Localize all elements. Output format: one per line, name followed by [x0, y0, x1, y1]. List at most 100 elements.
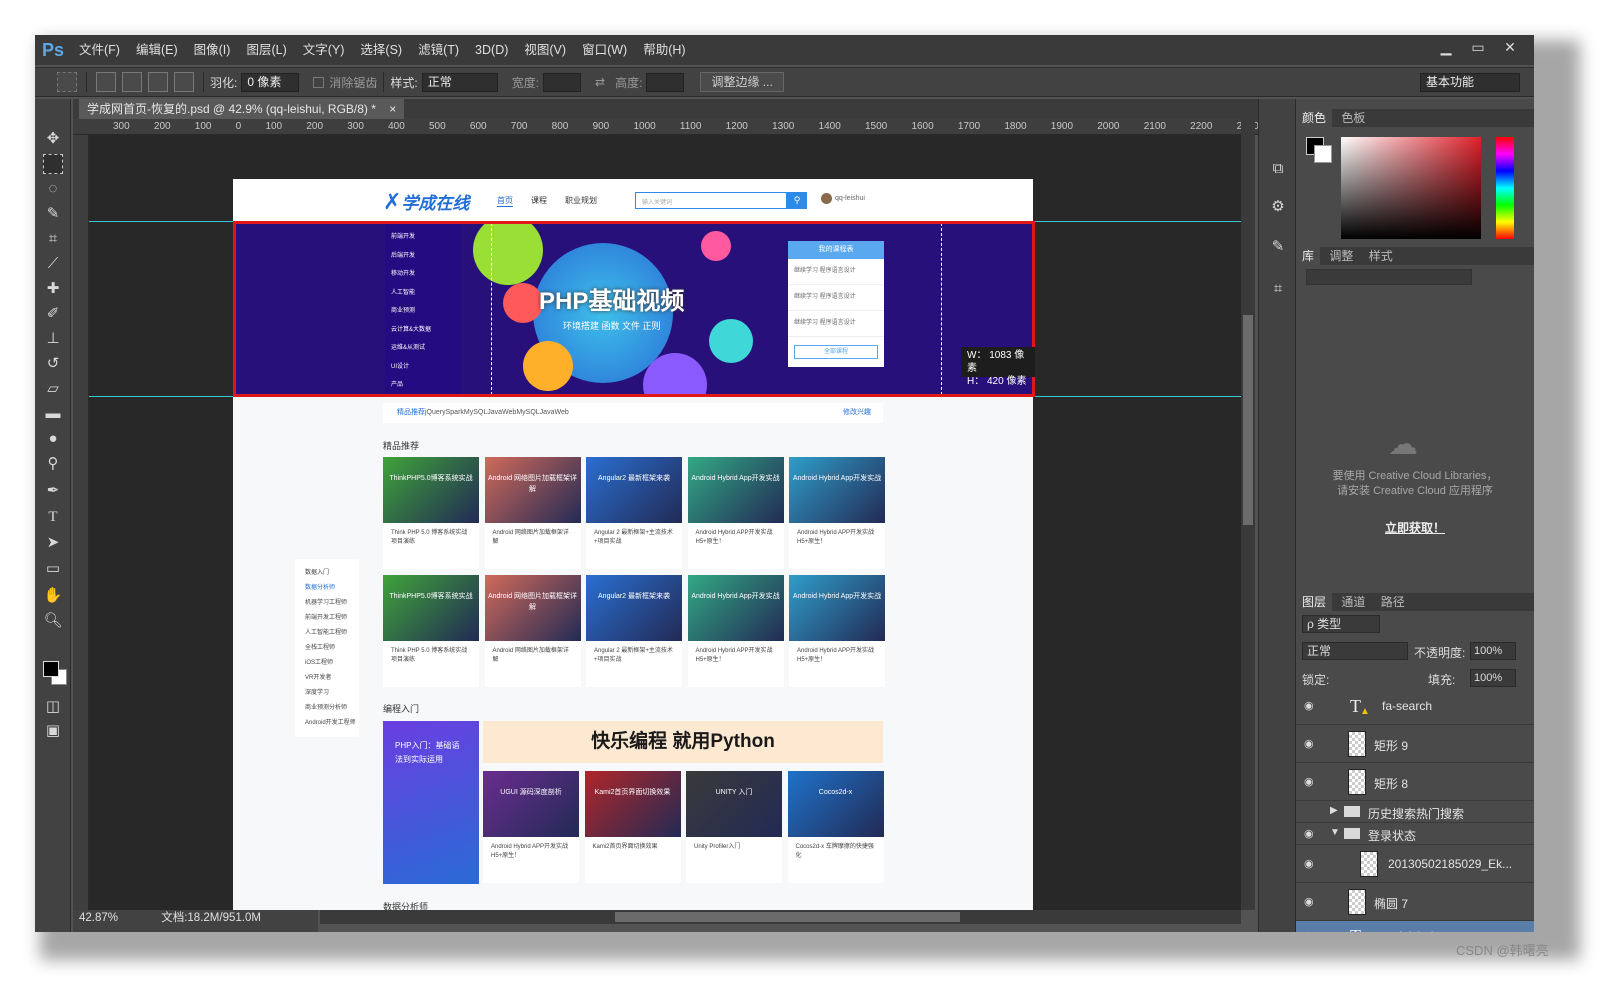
visibility-eye-icon[interactable]: ◉: [1304, 929, 1318, 932]
gradient-tool-icon[interactable]: ▬: [43, 404, 63, 424]
new-selection-icon[interactable]: [96, 72, 116, 92]
horizontal-scroll-thumb[interactable]: [615, 912, 960, 922]
menu-type[interactable]: 文字(Y): [295, 35, 353, 65]
brush-tool-icon[interactable]: ✐: [43, 304, 63, 324]
menu-3d[interactable]: 3D(D): [467, 35, 516, 65]
shape-tool-icon[interactable]: ▭: [43, 559, 63, 579]
close-icon[interactable]: ✕: [1494, 37, 1526, 57]
swap-icon[interactable]: ⇄: [595, 75, 605, 89]
layer-name: 矩形 9: [1374, 739, 1409, 753]
maximize-icon[interactable]: ▭: [1462, 37, 1494, 57]
dodge-tool-icon[interactable]: ⚲: [43, 454, 63, 474]
menu-select[interactable]: 选择(S): [352, 35, 410, 65]
menu-help[interactable]: 帮助(H): [635, 35, 693, 65]
antialias-checkbox[interactable]: [313, 76, 325, 88]
workspace-select[interactable]: 基本功能: [1420, 72, 1520, 92]
subtract-selection-icon[interactable]: [148, 72, 168, 92]
quick-mask-icon[interactable]: ◫: [43, 697, 63, 717]
tab-swatches[interactable]: 色板: [1335, 111, 1371, 125]
path-select-tool-icon[interactable]: ➤: [43, 533, 63, 553]
color-picker-field[interactable]: [1341, 137, 1481, 239]
course-card-title: Think PHP 5.0 博客系统实战项目演练: [391, 648, 468, 663]
quick-select-tool-icon[interactable]: ✎: [43, 204, 63, 224]
zoom-tool-icon[interactable]: 🔍︎: [43, 611, 63, 631]
tab-libraries[interactable]: 库: [1296, 247, 1321, 265]
visibility-eye-icon[interactable]: ◉: [1304, 827, 1318, 840]
layer-filter-select[interactable]: ρ 类型: [1302, 615, 1380, 633]
tab-layers[interactable]: 图层: [1296, 593, 1333, 611]
actions-panel-icon[interactable]: ⚙: [1268, 197, 1288, 217]
hand-tool-icon[interactable]: ✋: [43, 586, 63, 606]
layer-row[interactable]: ◉ ▼ 登录状态: [1296, 823, 1534, 845]
add-selection-icon[interactable]: [122, 72, 142, 92]
layer-row[interactable]: ◉ 椭圆 7: [1296, 883, 1534, 921]
visibility-eye-icon[interactable]: ◉: [1304, 699, 1318, 712]
library-select[interactable]: [1306, 269, 1472, 285]
tab-paths[interactable]: 路径: [1375, 595, 1411, 609]
layer-row[interactable]: ◉ 20130502185029_Ek...: [1296, 845, 1534, 883]
horizontal-scrollbar[interactable]: [320, 910, 1241, 924]
screen-mode-icon[interactable]: ▣: [43, 721, 63, 741]
fill-input[interactable]: 100%: [1470, 669, 1516, 687]
tab-adjustments[interactable]: 调整: [1323, 249, 1359, 263]
menu-window[interactable]: 窗口(W): [574, 35, 635, 65]
tab-close-icon[interactable]: ×: [389, 102, 396, 116]
stamp-tool-icon[interactable]: ⊥: [43, 329, 63, 349]
marquee-tool-icon[interactable]: [57, 72, 77, 92]
eraser-tool-icon[interactable]: ▱: [43, 379, 63, 399]
vertical-scrollbar[interactable]: [1241, 119, 1255, 910]
move-tool-icon[interactable]: ✥: [43, 129, 63, 149]
visibility-eye-icon[interactable]: ◉: [1304, 775, 1318, 788]
history-brush-icon[interactable]: ↺: [43, 354, 63, 374]
panel-background-swatch[interactable]: [1314, 145, 1332, 163]
pen-tool-icon[interactable]: ✒: [43, 481, 63, 501]
layer-row[interactable]: ▶ 历史搜索热门搜索: [1296, 801, 1534, 823]
layer-row[interactable]: ◉ T ▲ fa-search: [1296, 687, 1534, 725]
menu-file[interactable]: 文件(F): [71, 35, 128, 65]
blur-tool-icon[interactable]: ●: [43, 429, 63, 449]
hue-slider[interactable]: [1496, 137, 1514, 239]
course-card: Android 网络图片加载框架详解 Android 网络图片加载框架详解: [484, 457, 581, 569]
crop-panel-icon[interactable]: ⌗: [1268, 279, 1288, 299]
layer-row[interactable]: ◉ 矩形 9: [1296, 725, 1534, 763]
menu-edit[interactable]: 编辑(E): [128, 35, 186, 65]
document-tab[interactable]: 学成网首页-恢复的.psd @ 42.9% (qq-leishui, RGB/8…: [79, 99, 405, 119]
tab-styles[interactable]: 样式: [1363, 249, 1399, 263]
menu-filter[interactable]: 滤镜(T): [410, 35, 467, 65]
rect-marquee-tool-icon[interactable]: [43, 154, 63, 174]
height-input[interactable]: [646, 72, 685, 92]
feather-input[interactable]: 0 像素: [241, 72, 300, 92]
visibility-eye-icon[interactable]: ◉: [1304, 857, 1318, 870]
foreground-color-swatch[interactable]: [43, 661, 59, 677]
crop-tool-icon[interactable]: ⌗: [43, 229, 63, 249]
style-select[interactable]: 正常: [421, 72, 498, 92]
group-expanded-icon[interactable]: ▼: [1330, 827, 1340, 838]
brush-panel-icon[interactable]: ✎: [1268, 237, 1288, 257]
zoom-level[interactable]: 42.87%: [79, 912, 118, 924]
minimize-icon[interactable]: ▁: [1430, 37, 1462, 57]
lasso-tool-icon[interactable]: ◌: [43, 179, 63, 199]
menu-image[interactable]: 图像(I): [186, 35, 239, 65]
refine-edge-button[interactable]: 调整边缘 ...: [700, 72, 784, 92]
eyedropper-tool-icon[interactable]: ⟋: [43, 254, 63, 274]
group-collapsed-icon[interactable]: ▶: [1330, 805, 1338, 816]
visibility-eye-icon[interactable]: ◉: [1304, 737, 1318, 750]
blend-mode-select[interactable]: 正常: [1302, 642, 1408, 660]
history-panel-icon[interactable]: ⧉: [1268, 159, 1288, 179]
tab-color[interactable]: 颜色: [1296, 109, 1333, 127]
visibility-eye-icon[interactable]: ◉: [1304, 895, 1318, 908]
canvas-area[interactable]: ✗学成在线 首页 课程 职业规划 输入关键词 ⚲ qq-leishui 前端开发…: [89, 135, 1241, 910]
menu-layer[interactable]: 图层(L): [238, 35, 294, 65]
width-input[interactable]: [543, 72, 582, 92]
type-tool-icon[interactable]: T: [43, 507, 63, 527]
get-it-now-link[interactable]: 立即获取！: [1296, 519, 1534, 536]
layer-row[interactable]: ◉ 矩形 8: [1296, 763, 1534, 801]
tab-channels[interactable]: 通道: [1335, 595, 1371, 609]
menu-view[interactable]: 视图(V): [516, 35, 574, 65]
healing-tool-icon[interactable]: ✚: [43, 279, 63, 299]
layer-row[interactable]: ◉ Tqq-leishui: [1296, 921, 1534, 932]
right-panels: 颜色 色板 库 调整 样式 ☁ 要使用 Creative Cloud Libra…: [1296, 99, 1534, 932]
opacity-input[interactable]: 100%: [1470, 642, 1516, 660]
intersect-selection-icon[interactable]: [174, 72, 194, 92]
vertical-scroll-thumb[interactable]: [1243, 315, 1253, 525]
